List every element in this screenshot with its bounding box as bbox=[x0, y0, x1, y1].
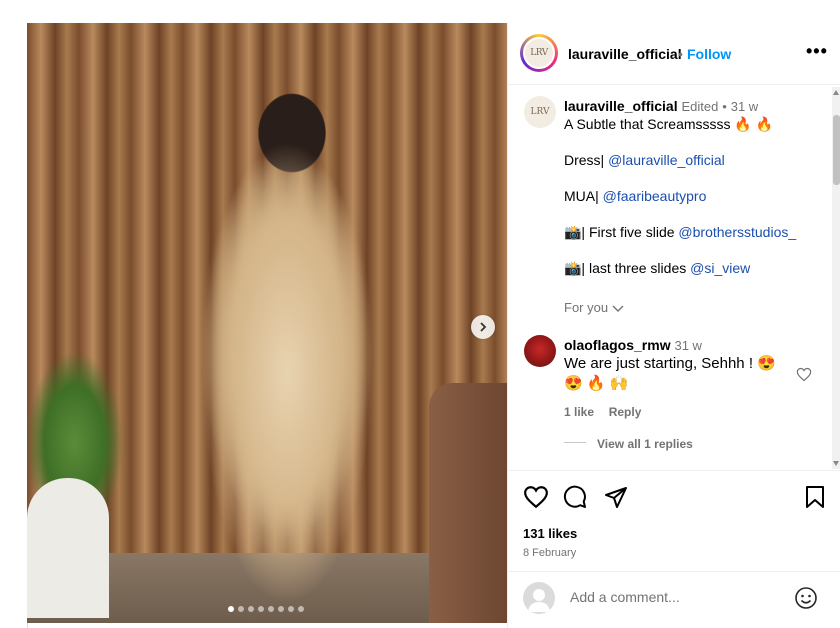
scroll-thumb[interactable] bbox=[833, 115, 840, 185]
caption-avatar-logo: LRV bbox=[530, 107, 550, 117]
image-chair bbox=[429, 383, 507, 623]
scroll-up-icon[interactable] bbox=[833, 90, 839, 95]
caption-slide1-mention[interactable]: @brothersstudios_ bbox=[678, 224, 796, 240]
caption-line1: A Subtle that Screamsssss 🔥 🔥 bbox=[564, 116, 774, 132]
caption-dress-mention[interactable]: @lauraville_official bbox=[608, 152, 725, 168]
carousel-dot bbox=[288, 606, 294, 612]
carousel-dot bbox=[248, 606, 254, 612]
caption-mua: MUA| @faaribeautypro bbox=[564, 187, 706, 205]
caption-slide2: 📸| last three slides @si_view bbox=[564, 259, 750, 277]
view-replies-button[interactable]: View all 1 replies bbox=[597, 435, 693, 453]
post-image bbox=[27, 23, 507, 623]
caption-avatar[interactable]: LRV bbox=[524, 96, 556, 128]
likes-count[interactable]: 131 likes bbox=[523, 526, 577, 541]
comments-section[interactable]: LRV lauraville_official Edited • 31 w A … bbox=[508, 85, 840, 470]
caption-slide2-label: 📸| last three slides bbox=[564, 260, 691, 276]
caption-separator: • bbox=[722, 99, 727, 114]
caption-slide1: 📸| First five slide @brothersstudios_ bbox=[564, 223, 796, 241]
carousel-dot bbox=[238, 606, 244, 612]
carousel-dot bbox=[228, 606, 234, 612]
follow-button[interactable]: Follow bbox=[687, 46, 731, 62]
comment-likes[interactable]: 1 like bbox=[564, 405, 594, 419]
caption-slide1-label: 📸| First five slide bbox=[564, 224, 679, 240]
comment-avatar[interactable] bbox=[524, 335, 556, 367]
add-comment-bar bbox=[508, 571, 840, 628]
caption-mua-label: MUA| bbox=[564, 188, 603, 204]
caption-username[interactable]: lauraville_official bbox=[564, 98, 678, 114]
comment-username[interactable]: olaoflagos_rmw bbox=[564, 337, 671, 353]
share-icon[interactable] bbox=[604, 485, 628, 509]
caption-edited: Edited bbox=[681, 99, 719, 114]
comment-like-icon[interactable] bbox=[796, 367, 812, 382]
header-avatar[interactable]: LRV bbox=[520, 34, 558, 72]
user-avatar bbox=[523, 582, 555, 614]
carousel-dot bbox=[278, 606, 284, 612]
caption-dress: Dress| @lauraville_official bbox=[564, 151, 725, 169]
chevron-right-icon bbox=[480, 322, 487, 332]
replies-divider bbox=[564, 442, 586, 443]
comment-meta: olaoflagos_rmw 31 w bbox=[564, 336, 702, 355]
next-image-button[interactable] bbox=[471, 315, 495, 339]
caption-time: 31 w bbox=[730, 99, 759, 114]
comment-reply-button[interactable]: Reply bbox=[609, 405, 642, 419]
comment-text-line1: We are just starting, Sehhh ! 😍 bbox=[564, 355, 776, 372]
scroll-down-icon[interactable] bbox=[833, 461, 839, 466]
image-gown bbox=[197, 143, 377, 613]
comment-icon[interactable] bbox=[563, 485, 587, 509]
emoji-icon[interactable] bbox=[794, 586, 818, 610]
comments-scrollbar[interactable] bbox=[832, 87, 840, 469]
post-panel: LRV lauraville_official • Follow ••• LRV… bbox=[507, 23, 840, 628]
header-separator: • bbox=[678, 46, 683, 62]
caption-mua-mention[interactable]: @faaribeautypro bbox=[603, 188, 707, 204]
comment-time: 31 w bbox=[674, 338, 702, 353]
like-icon[interactable] bbox=[523, 485, 549, 509]
post-actions: 131 likes 8 February bbox=[508, 470, 840, 570]
post-header: LRV lauraville_official • Follow ••• bbox=[508, 23, 840, 85]
save-icon[interactable] bbox=[804, 485, 826, 509]
post-date: 8 February bbox=[523, 547, 577, 559]
carousel-dot bbox=[268, 606, 274, 612]
more-options-icon[interactable]: ••• bbox=[806, 41, 828, 62]
header-avatar-logo: LRV bbox=[523, 37, 555, 69]
carousel-dots bbox=[228, 606, 304, 612]
caption-slide2-mention[interactable]: @si_view bbox=[690, 260, 750, 276]
chevron-down-icon bbox=[612, 305, 624, 312]
for-you-toggle[interactable]: For you bbox=[564, 299, 624, 317]
default-avatar-icon bbox=[528, 589, 550, 612]
add-comment-input[interactable] bbox=[568, 588, 792, 606]
for-you-label: For you bbox=[564, 300, 609, 315]
header-username[interactable]: lauraville_official bbox=[568, 46, 682, 62]
caption-meta: lauraville_official Edited • 31 w bbox=[564, 97, 758, 116]
comment-text-line2: 😍 🔥 🙌 bbox=[564, 375, 629, 392]
carousel-dot bbox=[258, 606, 264, 612]
comment-actions: 1 like Reply bbox=[564, 403, 641, 421]
image-pot bbox=[27, 478, 109, 618]
caption-dress-label: Dress| bbox=[564, 152, 609, 168]
carousel-dot bbox=[298, 606, 304, 612]
